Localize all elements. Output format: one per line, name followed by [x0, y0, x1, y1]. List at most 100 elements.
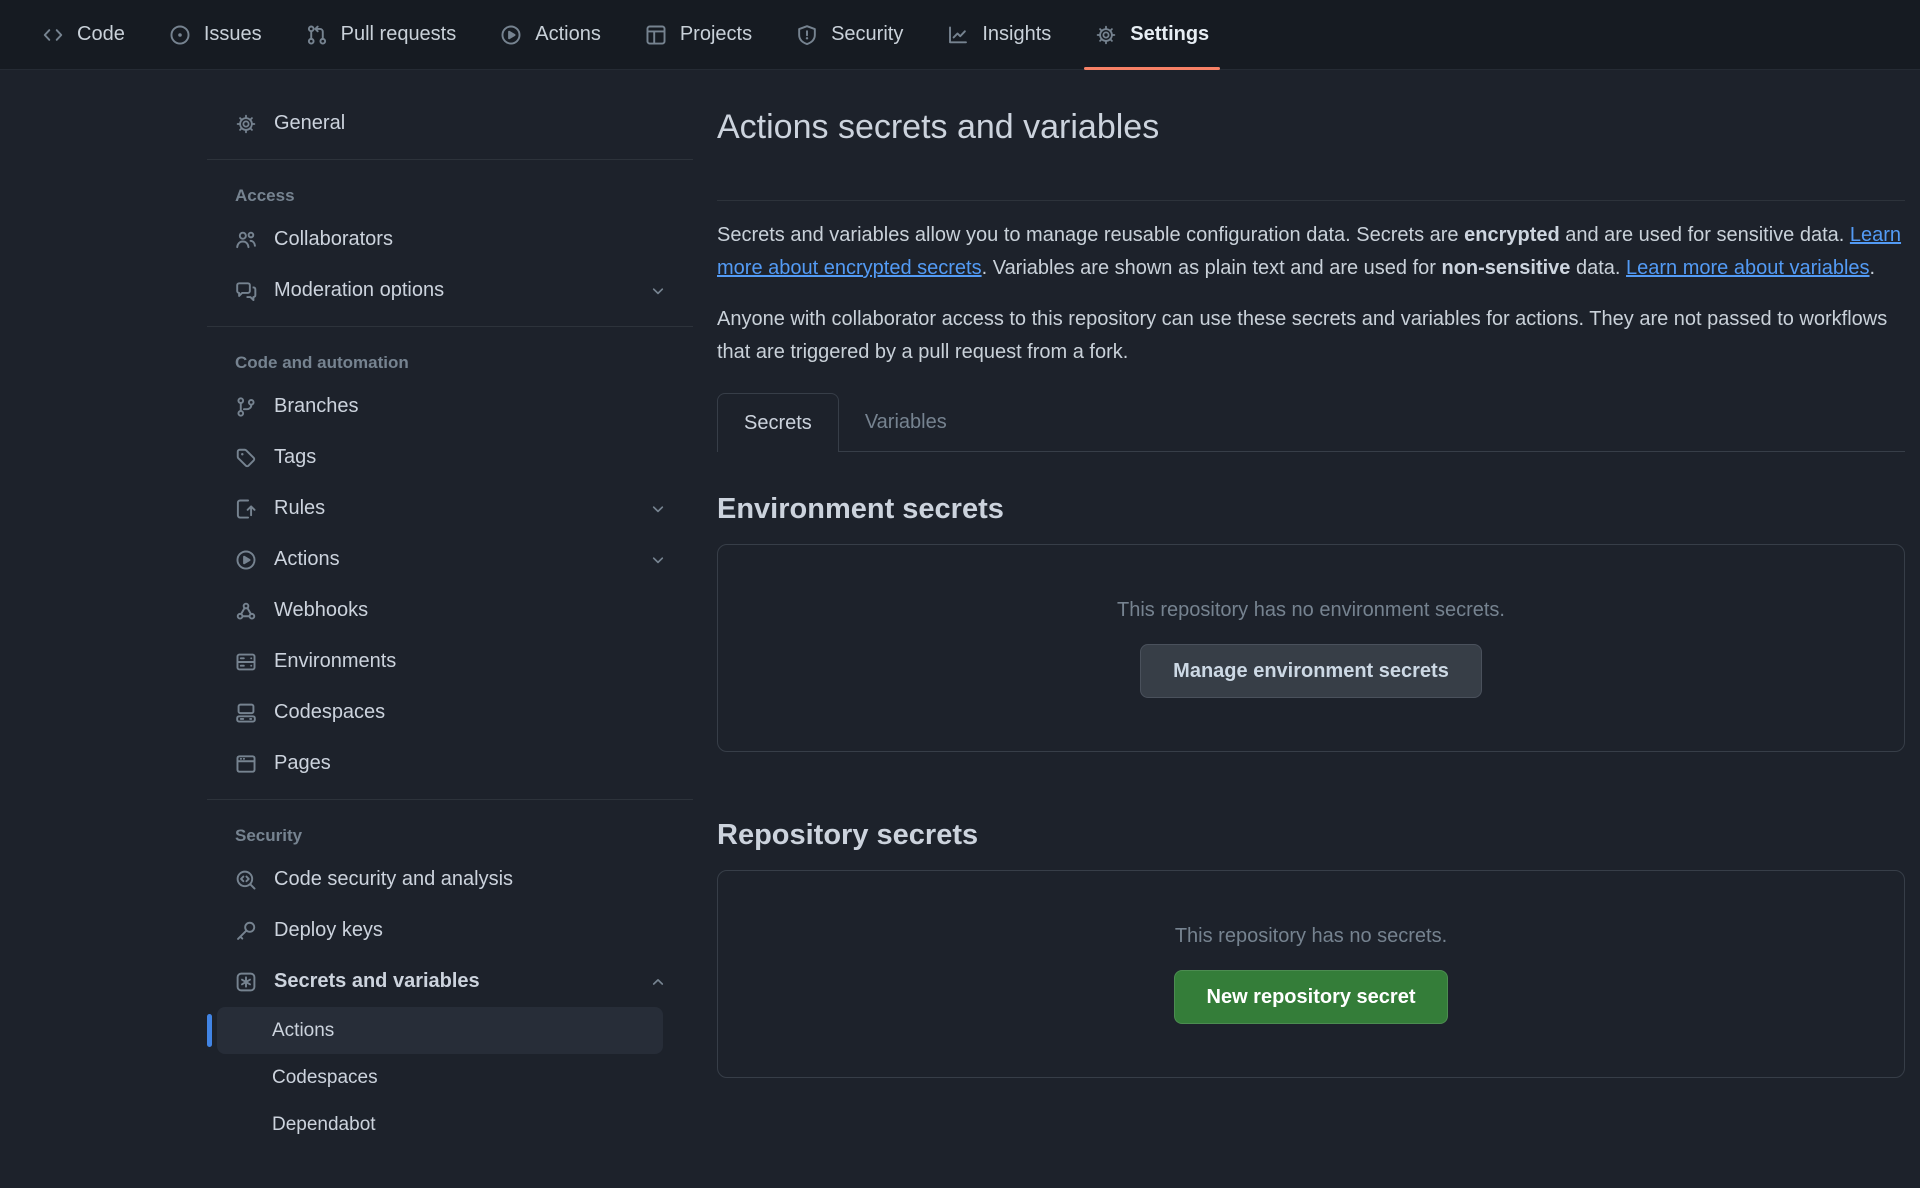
sidebar-item-label: Webhooks	[274, 598, 667, 623]
sidebar-item-label: Tags	[274, 445, 667, 470]
comment-discussion-icon	[235, 280, 257, 302]
sidebar-item-tags[interactable]: Tags	[207, 432, 693, 483]
tag-icon	[235, 447, 257, 469]
browser-icon	[235, 753, 257, 775]
sidebar-item-moderation-options[interactable]: Moderation options	[207, 265, 693, 316]
non-sensitive-emphasis: non-sensitive	[1442, 257, 1571, 279]
nav-tab-label: Code	[77, 23, 125, 46]
codespaces-icon	[235, 702, 257, 724]
sidebar-subitem-label: Codespaces	[272, 1067, 378, 1088]
intro-paragraphs: Secrets and variables allow you to manag…	[717, 219, 1905, 369]
sidebar-item-label: Pages	[274, 751, 667, 776]
repo-tab-bar: Code Issues Pull requests Actions Projec…	[0, 0, 1920, 70]
chevron-down-icon	[649, 282, 667, 300]
page-title: Actions secrets and variables	[717, 106, 1905, 148]
chevron-down-icon	[649, 551, 667, 569]
code-scan-icon	[235, 869, 257, 891]
nav-tab-pull-requests[interactable]: Pull requests	[284, 0, 479, 69]
sidebar-item-pages[interactable]: Pages	[207, 738, 693, 789]
git-branch-icon	[235, 396, 257, 418]
sidebar-item-label: Rules	[274, 496, 632, 521]
nav-tab-issues[interactable]: Issues	[147, 0, 284, 69]
sidebar-section-access: Access	[207, 178, 693, 214]
secrets-variables-tabs: Secrets Variables	[717, 393, 1905, 452]
sidebar-item-code-security[interactable]: Code security and analysis	[207, 854, 693, 905]
chevron-up-icon	[649, 973, 667, 991]
sidebar-item-actions[interactable]: Actions	[207, 534, 693, 585]
sidebar-subitem-actions[interactable]: Actions	[217, 1007, 663, 1054]
settings-sidebar: General Access Collaborators Moderation …	[207, 98, 693, 1148]
nav-tab-security[interactable]: Security	[774, 0, 925, 69]
sidebar-item-label: General	[274, 111, 667, 136]
gear-icon	[235, 113, 257, 135]
sidebar-item-label: Actions	[274, 547, 632, 572]
main-content: Actions secrets and variables Secrets an…	[717, 106, 1905, 1078]
sidebar-item-label: Environments	[274, 649, 667, 674]
play-circle-icon	[235, 549, 257, 571]
nav-tab-projects[interactable]: Projects	[623, 0, 774, 69]
sidebar-item-secrets-and-variables[interactable]: Secrets and variables	[207, 956, 693, 1007]
sidebar-item-codespaces[interactable]: Codespaces	[207, 687, 693, 738]
sidebar-divider	[207, 159, 693, 160]
intro-paragraph-1: Secrets and variables allow you to manag…	[717, 219, 1905, 285]
link-variables[interactable]: Learn more about variables	[1626, 257, 1869, 279]
code-icon	[42, 24, 64, 46]
asterisk-box-icon	[235, 971, 257, 993]
sidebar-item-label: Code security and analysis	[274, 867, 667, 892]
sidebar-item-label: Codespaces	[274, 700, 667, 725]
sidebar-item-general[interactable]: General	[207, 98, 693, 149]
repository-secrets-empty-text: This repository has no secrets.	[1175, 925, 1447, 948]
nav-tab-label: Settings	[1130, 23, 1209, 46]
sidebar-divider	[207, 799, 693, 800]
sidebar-subitem-label: Dependabot	[272, 1114, 376, 1135]
sidebar-item-rules[interactable]: Rules	[207, 483, 693, 534]
nav-tab-label: Projects	[680, 23, 752, 46]
sidebar-item-label: Moderation options	[274, 278, 632, 303]
nav-tab-label: Insights	[982, 23, 1051, 46]
people-icon	[235, 229, 257, 251]
sidebar-divider	[207, 326, 693, 327]
sidebar-item-label: Branches	[274, 394, 667, 419]
manage-environment-secrets-button[interactable]: Manage environment secrets	[1140, 644, 1482, 698]
environment-secrets-empty-box: This repository has no environment secre…	[717, 544, 1905, 752]
sidebar-item-environments[interactable]: Environments	[207, 636, 693, 687]
sidebar-subitem-dependabot[interactable]: Dependabot	[207, 1101, 693, 1148]
sidebar-item-collaborators[interactable]: Collaborators	[207, 214, 693, 265]
tab-secrets[interactable]: Secrets	[717, 393, 839, 452]
nav-tab-label: Security	[831, 23, 903, 46]
rules-icon	[235, 498, 257, 520]
sidebar-subitem-codespaces[interactable]: Codespaces	[207, 1054, 693, 1101]
sidebar-item-deploy-keys[interactable]: Deploy keys	[207, 905, 693, 956]
repository-secrets-heading: Repository secrets	[717, 818, 1905, 852]
sidebar-section-security: Security	[207, 818, 693, 854]
sidebar-section-code-and-automation: Code and automation	[207, 345, 693, 381]
encrypted-emphasis: encrypted	[1464, 224, 1560, 246]
nav-tab-actions[interactable]: Actions	[478, 0, 623, 69]
sidebar-subitem-label: Actions	[272, 1020, 334, 1041]
environment-secrets-heading: Environment secrets	[717, 492, 1905, 526]
shield-icon	[796, 24, 818, 46]
nav-tab-label: Pull requests	[341, 23, 457, 46]
nav-tab-settings[interactable]: Settings	[1073, 0, 1231, 69]
webhook-icon	[235, 600, 257, 622]
graph-icon	[947, 24, 969, 46]
nav-tab-code[interactable]: Code	[20, 0, 147, 69]
server-icon	[235, 651, 257, 673]
new-repository-secret-button[interactable]: New repository secret	[1174, 970, 1449, 1024]
sidebar-item-webhooks[interactable]: Webhooks	[207, 585, 693, 636]
sidebar-item-label: Deploy keys	[274, 918, 667, 943]
play-circle-icon	[500, 24, 522, 46]
nav-tab-label: Issues	[204, 23, 262, 46]
environment-secrets-empty-text: This repository has no environment secre…	[1117, 599, 1505, 622]
pull-request-icon	[306, 24, 328, 46]
sidebar-item-branches[interactable]: Branches	[207, 381, 693, 432]
nav-tab-label: Actions	[535, 23, 601, 46]
nav-tab-insights[interactable]: Insights	[925, 0, 1073, 69]
issue-opened-icon	[169, 24, 191, 46]
gear-icon	[1095, 24, 1117, 46]
table-icon	[645, 24, 667, 46]
title-divider	[717, 200, 1905, 201]
tab-variables[interactable]: Variables	[839, 393, 973, 452]
chevron-down-icon	[649, 500, 667, 518]
key-icon	[235, 920, 257, 942]
